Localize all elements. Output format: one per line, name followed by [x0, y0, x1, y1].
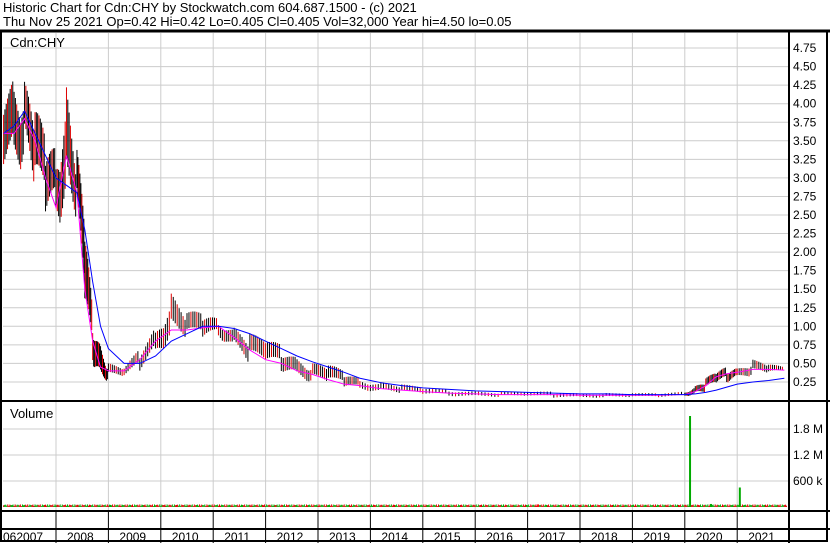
x-tick-label: 2009 — [119, 530, 146, 543]
y-tick-label: 3.25 — [793, 152, 817, 166]
y-tick-label: 3.00 — [793, 171, 817, 185]
y-tick-label: 4.50 — [793, 60, 817, 74]
volume-pane-title: Volume — [10, 406, 53, 421]
x-tick-label: 2017 — [539, 530, 566, 543]
x-tick-label: 2021 — [748, 530, 775, 543]
price-pane-title: Cdn:CHY — [10, 35, 65, 50]
volume-tick-label: 1.2 M — [793, 448, 823, 462]
x-tick-label: 2010 — [172, 530, 199, 543]
x-tick-label: 2020 — [696, 530, 723, 543]
chart-canvas: 0.25 0.50 0.75 1.00 1.25 1.50 1.75 2.00 2.25 2.50… — [0, 29, 830, 543]
y-tick-label: 3.75 — [793, 115, 817, 129]
y-tick-label: 2.75 — [793, 189, 817, 203]
volume-tick-label: 1.8 M — [793, 422, 823, 436]
x-tick-label: 2015 — [434, 530, 461, 543]
x-tick-label: 062007 — [3, 530, 43, 543]
y-tick-label: 4.75 — [793, 41, 817, 55]
x-tick-label: 2016 — [486, 530, 513, 543]
y-tick-label: 0.25 — [793, 375, 817, 389]
x-tick-label: 2019 — [643, 530, 670, 543]
y-tick-label: 2.50 — [793, 208, 817, 222]
y-tick-label: 2.00 — [793, 245, 817, 259]
x-tick-label: 2014 — [381, 530, 408, 543]
y-tick-label: 0.50 — [793, 356, 817, 370]
x-tick-label: 2008 — [67, 530, 94, 543]
x-tick-label: 2013 — [329, 530, 356, 543]
y-tick-label: 4.25 — [793, 78, 817, 92]
y-tick-label: 1.00 — [793, 319, 817, 333]
y-tick-label: 0.75 — [793, 338, 817, 352]
frame — [0, 30, 828, 542]
y-tick-label: 1.25 — [793, 301, 817, 315]
x-tick-label: 2011 — [224, 530, 250, 543]
volume-tick-label: 600 k — [793, 474, 823, 488]
y-tick-label: 2.25 — [793, 227, 817, 241]
chart-window: Historic Chart for Cdn:CHY by Stockwatch… — [0, 0, 830, 543]
x-tick-label: 2018 — [591, 530, 618, 543]
moving-average-line — [3, 110, 785, 396]
x-tick-label: 2012 — [277, 530, 304, 543]
y-tick-label: 1.75 — [793, 264, 817, 278]
y-tick-label: 4.00 — [793, 97, 817, 111]
y-tick-label: 3.50 — [793, 134, 817, 148]
moving-average-line — [3, 117, 785, 396]
y-tick-label: 1.50 — [793, 282, 817, 296]
